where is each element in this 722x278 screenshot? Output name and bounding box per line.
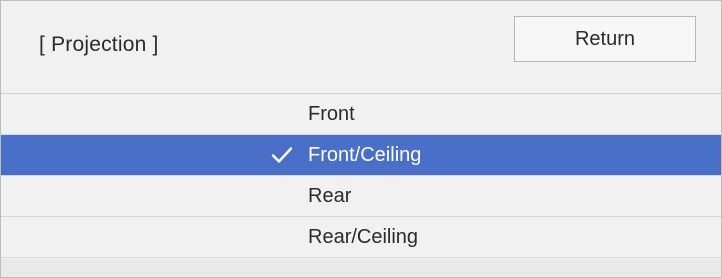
menu-footer <box>1 259 721 277</box>
option-label: Front/Ceiling <box>308 144 422 166</box>
option-front-ceiling[interactable]: Front/Ceiling <box>1 135 721 176</box>
option-front[interactable]: Front <box>1 94 721 135</box>
menu-title: [ Projection ] <box>39 33 159 56</box>
option-rear[interactable]: Rear <box>1 176 721 217</box>
return-button[interactable]: Return <box>514 16 696 62</box>
option-label: Rear <box>308 185 352 207</box>
check-icon <box>271 147 293 163</box>
option-label: Rear/Ceiling <box>308 226 419 248</box>
projection-options-list: Front Front/Ceiling Rear Rear/Ceiling <box>1 94 721 258</box>
projection-menu-panel: [ Projection ] Return Front Front/Ceilin… <box>0 0 722 278</box>
menu-header: [ Projection ] Return <box>1 1 721 94</box>
option-rear-ceiling[interactable]: Rear/Ceiling <box>1 217 721 258</box>
option-label: Front <box>308 103 355 125</box>
